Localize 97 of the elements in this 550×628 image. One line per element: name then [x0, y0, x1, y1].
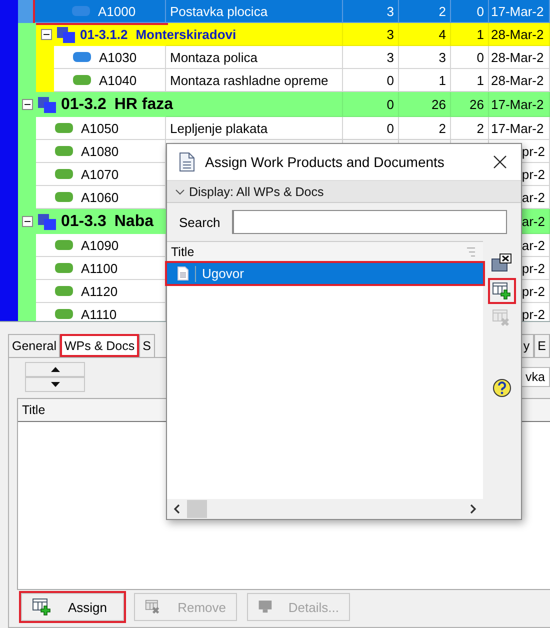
scrollbar-thumb[interactable]: [187, 500, 207, 518]
table-cell: 2: [438, 4, 446, 18]
task-title: Montaza polica: [170, 50, 258, 64]
table-cell: 4: [438, 26, 446, 42]
indent-stripe: [0, 0, 18, 23]
task-id: A1080: [81, 144, 119, 158]
table-cell: 2: [438, 120, 446, 136]
assign-button[interactable]: Assign: [21, 593, 124, 621]
task-id: A1120: [81, 284, 118, 298]
task-title: Postavka plocica: [170, 4, 268, 18]
dialog-title: Assign Work Products and Documents: [205, 154, 446, 170]
table-cell: 3: [386, 50, 394, 64]
task-id: A1070: [81, 166, 119, 182]
date-cell: ar-2: [522, 190, 545, 204]
task-id: A1040: [99, 72, 137, 88]
search-label: Search: [179, 214, 220, 230]
tab[interactable]: S: [138, 334, 155, 357]
table-cell: 3: [386, 4, 394, 18]
document-icon: [179, 152, 195, 172]
date-cell: pr-2: [522, 144, 545, 158]
up-arrow-icon: [50, 367, 60, 372]
window-close-icon: [491, 253, 513, 273]
task-id: A1060: [81, 190, 119, 204]
stacked-squares-icon: [56, 26, 76, 44]
task-title: Lepljenje plakata: [170, 120, 268, 136]
task-title: Montaza rashladne opreme: [170, 72, 328, 88]
close-icon: [493, 155, 507, 169]
text-field[interactable]: vka: [520, 367, 550, 387]
group-name: 01-3.1.2 Monterskiradovi: [80, 27, 236, 42]
down-arrow-icon: [50, 382, 60, 387]
display-filter-toggle[interactable]: Display: All WPs & Docs: [167, 181, 521, 203]
date-cell: 28-Mar-2: [491, 72, 544, 88]
column-menu-icon: [467, 247, 475, 257]
date-cell: pr-2: [522, 260, 545, 276]
collapse-icon[interactable]: [22, 216, 33, 227]
move-up-button[interactable]: [25, 362, 85, 377]
date-cell: ar-2: [522, 214, 545, 228]
indent-stripe: [18, 303, 36, 321]
table-cell: 0: [476, 50, 484, 64]
table-cell: 0: [386, 96, 394, 112]
group-name: 01-3.3 Naba: [61, 212, 154, 230]
date-cell: 17-Mar-2: [491, 96, 544, 112]
date-cell: 28-Mar-2: [491, 50, 544, 64]
table-cell: 1: [476, 26, 484, 42]
group-row[interactable]: 01-3.2 HR faza 0 26 26 17-Mar-2: [0, 92, 550, 117]
date-cell: 17-Mar-2: [491, 4, 544, 18]
column-header[interactable]: Title: [18, 403, 46, 417]
task-id: A1090: [81, 238, 119, 252]
table-cell: 0: [476, 4, 484, 18]
group-row[interactable]: 01-3.1.2 Monterskiradovi 3 4 1 28-Mar-2: [0, 23, 550, 46]
column-header[interactable]: Title: [167, 242, 483, 263]
table-cell: 26: [432, 96, 446, 112]
chevron-down-icon: [175, 188, 185, 194]
table-cell: 0: [386, 72, 394, 88]
table-cell: 1: [476, 72, 484, 88]
task-id: A1100: [81, 260, 118, 276]
group-name: 01-3.2 HR faza: [61, 96, 174, 114]
task-id: A1110: [81, 306, 117, 321]
table-cell: 2: [476, 120, 484, 136]
tab[interactable]: WPs & Docs: [60, 334, 139, 357]
collapse-icon[interactable]: [41, 29, 52, 40]
move-down-button[interactable]: [25, 377, 85, 392]
indent-stripe: [18, 23, 36, 46]
collapse-icon[interactable]: [22, 99, 33, 110]
task-id: A1050: [81, 120, 119, 136]
date-cell: ar-2: [522, 238, 545, 252]
task-id: A1000: [98, 4, 136, 18]
tab[interactable]: E: [534, 334, 550, 357]
date-cell: pr-2: [522, 306, 545, 321]
tab[interactable]: General: [8, 334, 60, 357]
search-field[interactable]: [232, 210, 507, 234]
date-cell: pr-2: [522, 284, 545, 298]
scroll-right-icon[interactable]: [469, 504, 477, 514]
table-add-icon: [492, 282, 512, 300]
stacked-squares-icon: [37, 96, 57, 114]
close-button[interactable]: [491, 153, 509, 171]
table-cell: 0: [386, 120, 394, 136]
indent-stripe: [36, 69, 54, 92]
indent-stripe: [0, 303, 18, 321]
table-remove-icon: [145, 598, 162, 616]
date-cell: 28-Mar-2: [491, 26, 544, 42]
table-cell: 26: [470, 96, 484, 112]
add-tool-button[interactable]: [490, 280, 514, 302]
table-cell: 3: [438, 50, 446, 64]
help-tool-button[interactable]: [490, 376, 514, 400]
table-add-icon: [32, 598, 52, 616]
stacked-squares-icon: [37, 212, 57, 230]
table-remove-icon: [492, 309, 512, 327]
date-cell: pr-2: [522, 166, 545, 182]
help-icon: [492, 378, 512, 398]
scroll-left-icon[interactable]: [173, 504, 181, 514]
table-cell: 3: [386, 26, 394, 42]
document-icon: [177, 266, 189, 281]
date-cell: 17-Mar-2: [491, 120, 544, 136]
table-cell: 1: [438, 72, 446, 88]
task-id: A1030: [99, 50, 137, 64]
list-item[interactable]: Ugovor: [167, 263, 483, 284]
